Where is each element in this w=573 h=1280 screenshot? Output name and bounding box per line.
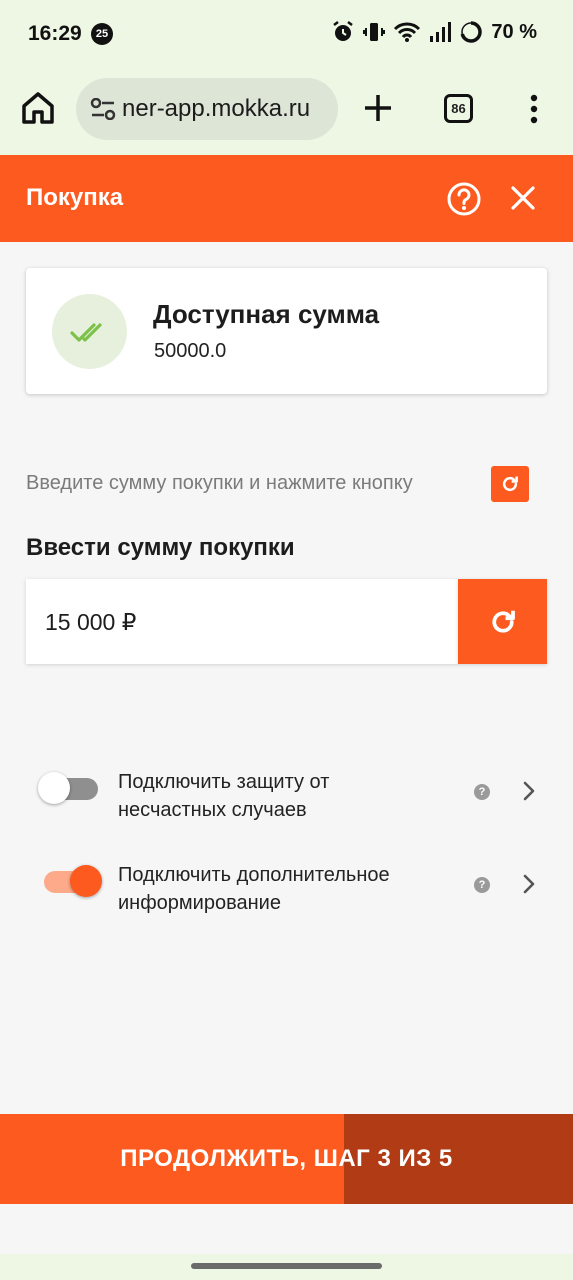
gesture-handle[interactable]	[191, 1263, 382, 1269]
wifi-icon	[394, 22, 421, 42]
address-bar[interactable]: ner-app.mokka.ru	[76, 78, 338, 140]
chevron-right-icon[interactable]	[522, 780, 536, 802]
question-icon[interactable]: ?	[474, 877, 490, 893]
insurance-toggle[interactable]	[38, 768, 102, 808]
status-time: 16:29	[28, 22, 82, 45]
home-icon[interactable]	[20, 90, 56, 126]
status-icons: 70 %	[331, 20, 537, 44]
amount-input[interactable]: 15 000 ₽	[26, 579, 458, 664]
status-bar: 16:29 25 70 %	[0, 0, 573, 68]
available-amount-title: Доступная сумма	[153, 299, 380, 329]
url-text[interactable]: ner-app.mokka.ru	[122, 95, 310, 123]
battery-percent: 70 %	[491, 20, 537, 43]
amount-input-value[interactable]: 15 000 ₽	[45, 609, 136, 636]
help-icon[interactable]	[446, 181, 482, 217]
continue-button[interactable]: ПРОДОЛЖИТЬ, ШАГ 3 ИЗ 5	[0, 1114, 573, 1204]
question-icon[interactable]: ?	[474, 784, 490, 800]
site-settings-icon[interactable]	[90, 98, 116, 120]
recalculate-button[interactable]	[458, 579, 547, 664]
notifications-label: Подключить дополнительное информирование	[118, 864, 390, 914]
signal-icon	[430, 22, 452, 42]
available-amount-value: 50000.0	[154, 340, 227, 362]
hint-text: Введите сумму покупки и нажмите кнопку	[26, 472, 413, 494]
card-icon-circle	[52, 294, 127, 369]
amount-section-title: Ввести сумму покупки	[26, 534, 295, 561]
insurance-label: Подключить защиту от несчастных случаев	[118, 771, 330, 821]
notification-badge: 25	[91, 23, 113, 45]
more-vert-icon[interactable]	[524, 94, 544, 124]
vibrate-icon	[363, 23, 386, 41]
page-title: Покупка	[26, 184, 124, 211]
hint-refresh-button	[491, 466, 529, 502]
tabs-icon[interactable]: 86	[444, 94, 473, 123]
double-check-icon	[69, 322, 102, 342]
option-row-notifications[interactable]: Подключить дополнительное информирование…	[38, 861, 548, 931]
notifications-toggle[interactable]	[38, 861, 102, 901]
new-tab-icon[interactable]	[362, 92, 394, 124]
continue-button-label[interactable]: ПРОДОЛЖИТЬ, ШАГ 3 ИЗ 5	[0, 1114, 573, 1204]
alarm-icon	[333, 21, 354, 41]
option-row-insurance[interactable]: Подключить защиту от несчастных случаев …	[38, 768, 548, 838]
battery-icon	[460, 21, 483, 43]
refresh-icon	[491, 610, 515, 633]
chevron-right-icon[interactable]	[522, 873, 536, 895]
refresh-icon	[502, 476, 518, 492]
close-icon[interactable]	[508, 183, 538, 213]
browser-toolbar: ner-app.mokka.ru 86	[0, 68, 573, 155]
available-amount-card: Доступная сумма 50000.0	[26, 268, 547, 394]
app-header: Покупка	[0, 155, 573, 242]
